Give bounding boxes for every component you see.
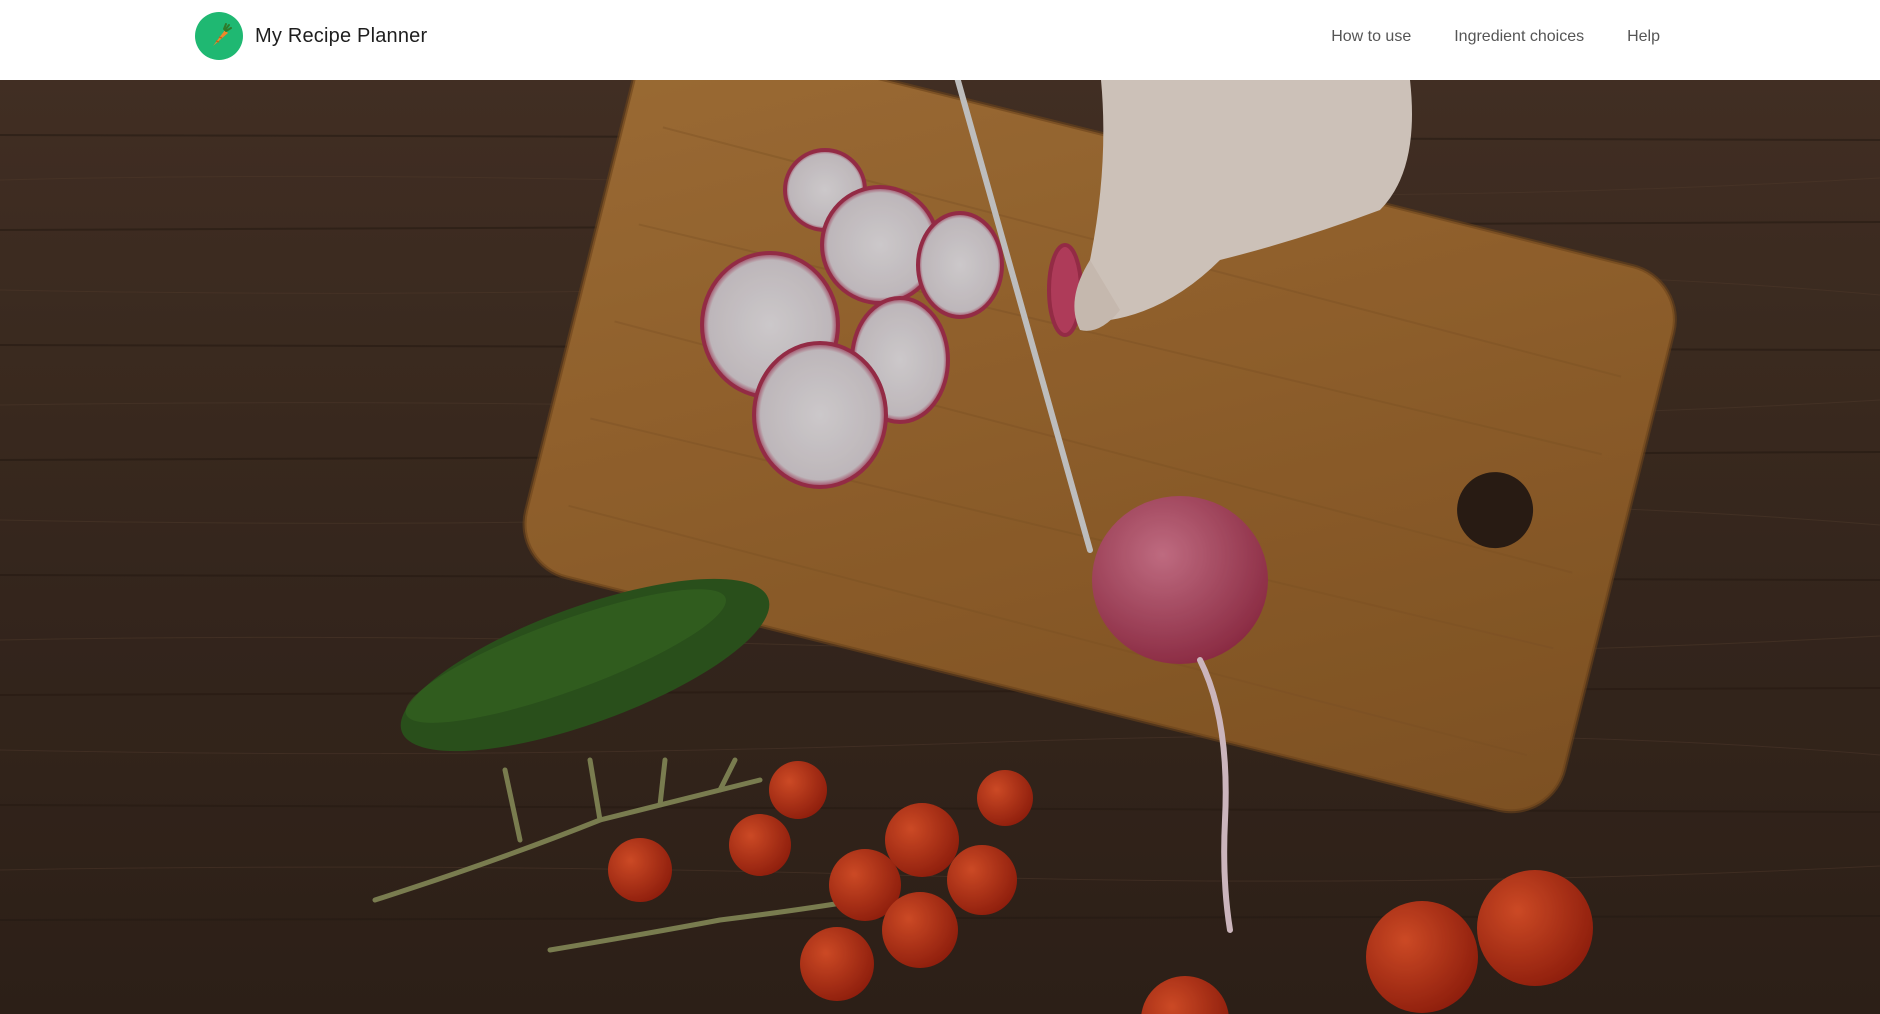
main-nav: How to use Ingredient choices Help [1288, 0, 1660, 74]
nav-how-to-use[interactable]: How to use [1331, 28, 1411, 46]
hero-image [0, 80, 1880, 1014]
brand-home-link[interactable]: My Recipe Planner [195, 12, 427, 60]
nav-ingredient-choices[interactable]: Ingredient choices [1454, 28, 1584, 46]
carrot-icon [195, 12, 243, 60]
brand-title: My Recipe Planner [255, 24, 428, 47]
top-navbar: My Recipe Planner How to use Ingredient … [0, 0, 1880, 80]
nav-help[interactable]: Help [1627, 28, 1660, 46]
hero-illustration [0, 80, 1880, 1014]
